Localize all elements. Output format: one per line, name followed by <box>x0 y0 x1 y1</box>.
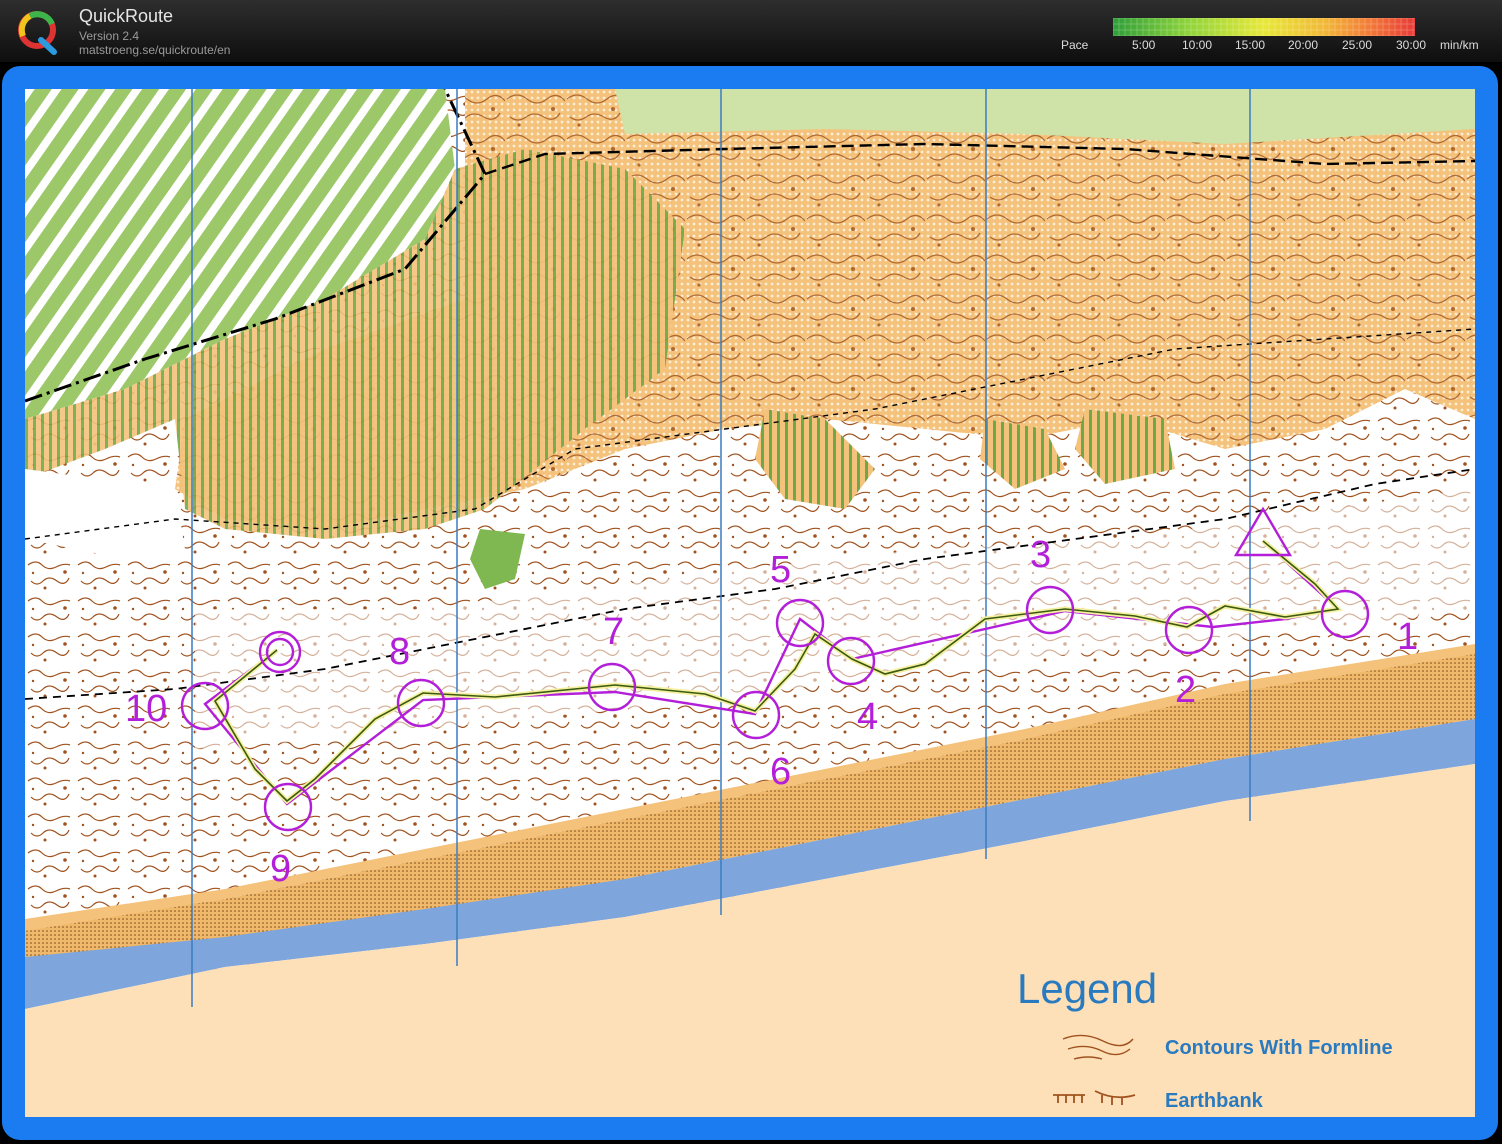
pace-tick: 25:00 <box>1342 38 1372 52</box>
app-title: QuickRoute <box>79 6 173 27</box>
control-number: 2 <box>1175 669 1196 711</box>
legend-title: Legend <box>1017 965 1157 1013</box>
quickroute-logo-icon <box>14 6 64 56</box>
app-url: matstroeng.se/quickroute/en <box>79 43 230 57</box>
pace-tick: 10:00 <box>1182 38 1212 52</box>
legend-item-label: Earthbank <box>1165 1090 1263 1113</box>
control-number: 5 <box>770 549 791 591</box>
app-title-bar: QuickRoute Version 2.4 matstroeng.se/qui… <box>0 0 1502 62</box>
control-number: 3 <box>1030 534 1051 576</box>
pace-tick: 20:00 <box>1288 38 1318 52</box>
control-number: 10 <box>125 688 167 730</box>
map-canvas[interactable]: 1 2 3 4 5 6 7 8 9 10 Legend Contours Wit… <box>25 89 1475 1117</box>
control-number: 4 <box>857 696 878 738</box>
control-number: 9 <box>270 848 291 890</box>
pace-unit: min/km <box>1440 38 1479 52</box>
control-number: 7 <box>603 611 624 653</box>
control-number: 8 <box>389 631 410 673</box>
legend-item-label: Contours With Formline <box>1165 1037 1393 1060</box>
pace-label: Pace <box>1061 38 1088 52</box>
pace-color-scale <box>1113 18 1415 36</box>
orienteering-map: 1 2 3 4 5 6 7 8 9 10 <box>25 89 1475 1117</box>
pace-tick: 5:00 <box>1132 38 1155 52</box>
control-number: 1 <box>1397 616 1418 658</box>
earthbank-icon <box>1050 1087 1140 1109</box>
app-version: Version 2.4 <box>79 29 139 43</box>
pace-tick: 15:00 <box>1235 38 1265 52</box>
pace-tick: 30:00 <box>1396 38 1426 52</box>
contour-formline-icon <box>1060 1031 1135 1065</box>
control-number: 6 <box>770 751 791 793</box>
